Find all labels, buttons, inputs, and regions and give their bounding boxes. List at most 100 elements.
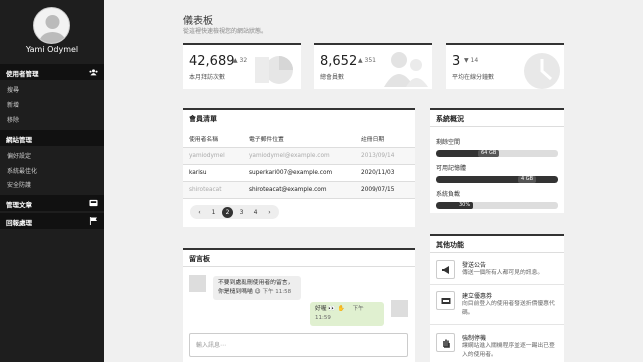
flag-icon: [89, 217, 98, 225]
message-text: 不要到處亂刪使用者的留言，: [218, 280, 294, 286]
page-link[interactable]: 3: [236, 207, 247, 218]
page-link[interactable]: 1: [208, 207, 219, 218]
panel-title: 其他功能: [436, 241, 464, 249]
divider: [430, 252, 564, 253]
page-link[interactable]: 4: [250, 207, 261, 218]
stat-label: 平均在線分鐘數: [452, 74, 495, 81]
next-page-icon[interactable]: ›: [264, 207, 275, 218]
stat-delta: ▼ 14: [464, 57, 479, 64]
stat-value: 8,652: [320, 54, 358, 69]
page-title: 儀表板: [183, 16, 213, 27]
inbox-icon: [89, 199, 98, 207]
column-header[interactable]: 使用者名稱: [183, 130, 243, 148]
menu-site-management-label: 網站管理: [6, 136, 32, 144]
cell-date: 2009/07/15: [355, 181, 415, 199]
stat-card-visits: 42,689 ▲ 32 本月拜訪次數: [183, 43, 301, 89]
progress-bar: 30%: [436, 202, 558, 209]
table-row[interactable]: karisu superkari007@example.com 2020/11/…: [183, 164, 415, 182]
cell-username: shiroteacat: [183, 181, 243, 199]
progress-bar: 64 GB: [436, 150, 558, 157]
chart-pie-icon: [255, 56, 293, 84]
function-title[interactable]: 建立優惠券: [462, 291, 492, 300]
stat-delta: ▲ 32: [233, 57, 248, 64]
progress-text: 30%: [456, 202, 474, 209]
cell-email: superkari007@example.com: [243, 164, 355, 182]
pagination: ‹ 1 2 3 4 ›: [190, 205, 279, 219]
chat-message: 不要到處亂刪使用者的留言， 你是槌到嗎喵 😉 下午 11:58: [213, 276, 301, 300]
stat-card-members: 8,652 ▲ 351 總會員數: [314, 43, 432, 89]
menu-item-search[interactable]: 搜尋: [7, 85, 19, 94]
menu-item-remove[interactable]: 移除: [7, 115, 19, 124]
menu-user-management-label: 使用者管理: [6, 70, 39, 78]
divider: [430, 284, 564, 285]
column-header[interactable]: 電子郵件位置: [243, 130, 355, 148]
stat-label: 總會員數: [320, 74, 345, 81]
menu-reports[interactable]: 回報處理: [0, 213, 104, 229]
user-avatar-icon: [39, 15, 66, 43]
system-overview-panel: 系統概況 剩餘空間 64 GB 可用記憶體 4 GB 系統負載 30%: [430, 108, 564, 213]
stat-label: 本月拜訪次數: [189, 74, 226, 81]
progress-bar: 4 GB: [436, 176, 558, 183]
menu-manage-articles-label: 管理文章: [6, 201, 32, 209]
function-desc: 讓網站進入關機程序並逐一踢出已登入的使用者。: [462, 343, 555, 358]
table-row[interactable]: yamiodymel yamiodymel@example.com 2013/0…: [183, 147, 415, 165]
coupon-icon[interactable]: [436, 291, 455, 310]
member-table: 使用者名稱 電子郵件位置 註冊日期 yamiodymel yamiodymel@…: [183, 130, 415, 199]
function-title[interactable]: 強制停機: [462, 333, 486, 342]
cell-email: shiroteacat@example.com: [243, 181, 355, 199]
divider: [430, 126, 564, 127]
menu-item-add[interactable]: 新增: [7, 100, 19, 109]
message-text: 好喔 👀 ✋: [315, 306, 345, 312]
progress-fill: [436, 176, 558, 183]
bar-label: 可用記憶體: [436, 165, 467, 172]
message-text: 你是槌到嗎喵 😉 下午 11:58: [218, 289, 292, 295]
function-title[interactable]: 發送公告: [462, 260, 486, 269]
menu-item-security[interactable]: 安全防護: [7, 180, 31, 189]
avatar: [189, 275, 206, 292]
menu-reports-label: 回報處理: [6, 219, 32, 227]
stat-value: 42,689: [189, 54, 235, 69]
menu-item-optimize[interactable]: 系統最佳化: [7, 166, 37, 175]
hand-icon[interactable]: [436, 333, 455, 352]
panel-title: 留言板: [189, 255, 210, 263]
divider: [430, 324, 564, 325]
users-icon: [89, 69, 98, 76]
panel-title: 會員清單: [189, 115, 217, 123]
menu-site-management[interactable]: 網站管理: [0, 130, 104, 146]
page-subtitle: 從這裡快速檢視您的網站狀態。: [183, 28, 268, 35]
avatar[interactable]: [33, 7, 70, 44]
username: Yami Odymel: [25, 45, 79, 54]
menu-user-management[interactable]: 使用者管理: [0, 64, 104, 80]
cell-email: yamiodymel@example.com: [243, 147, 355, 165]
bar-label: 系統負載: [436, 191, 461, 198]
stat-delta: ▲ 351: [358, 57, 376, 64]
cell-date: 2013/09/14: [355, 147, 415, 165]
column-header[interactable]: 註冊日期: [355, 130, 415, 148]
divider: [183, 266, 415, 267]
progress-text: 4 GB: [518, 176, 537, 183]
stat-value: 3: [452, 54, 461, 69]
sidebar: Yami Odymel 使用者管理 搜尋 新增 移除 網站管理 偏好設定 系統最…: [0, 0, 104, 362]
page-link-active[interactable]: 2: [222, 206, 233, 218]
message-board-panel: 留言板 不要到處亂刪使用者的留言， 你是槌到嗎喵 😉 下午 11:58 好喔 👀…: [183, 248, 415, 362]
other-functions-panel: 其他功能 發送公告 傳送一個所有人都可見的訊息。 建立優惠券 向目前登入的使用者…: [430, 234, 564, 362]
cell-date: 2020/11/03: [355, 164, 415, 182]
table-row[interactable]: shiroteacat shiroteacat@example.com 2009…: [183, 181, 415, 199]
table-header: 使用者名稱 電子郵件位置 註冊日期: [183, 130, 415, 148]
avatar: [391, 300, 408, 317]
function-desc: 向目前登入的使用者發送折價優惠代碼。: [462, 301, 555, 316]
panel-title: 系統概況: [436, 115, 464, 123]
menu-manage-articles[interactable]: 管理文章: [0, 195, 104, 211]
clock-icon: [524, 53, 560, 89]
message-input[interactable]: 輸入訊息⋯: [189, 333, 408, 357]
menu-item-preferences[interactable]: 偏好設定: [7, 151, 31, 160]
message-time: 下午 11:58: [262, 289, 292, 295]
users-icon: [384, 52, 428, 87]
cell-username: yamiodymel: [183, 147, 243, 165]
stat-card-minutes: 3 ▼ 14 平均在線分鐘數: [446, 43, 564, 89]
progress-text: 64 GB: [478, 150, 500, 157]
cell-username: karisu: [183, 164, 243, 182]
prev-page-icon[interactable]: ‹: [194, 207, 205, 218]
megaphone-icon[interactable]: [436, 260, 455, 279]
chat-message: 好喔 👀 ✋ 下午 11:59: [310, 302, 384, 326]
